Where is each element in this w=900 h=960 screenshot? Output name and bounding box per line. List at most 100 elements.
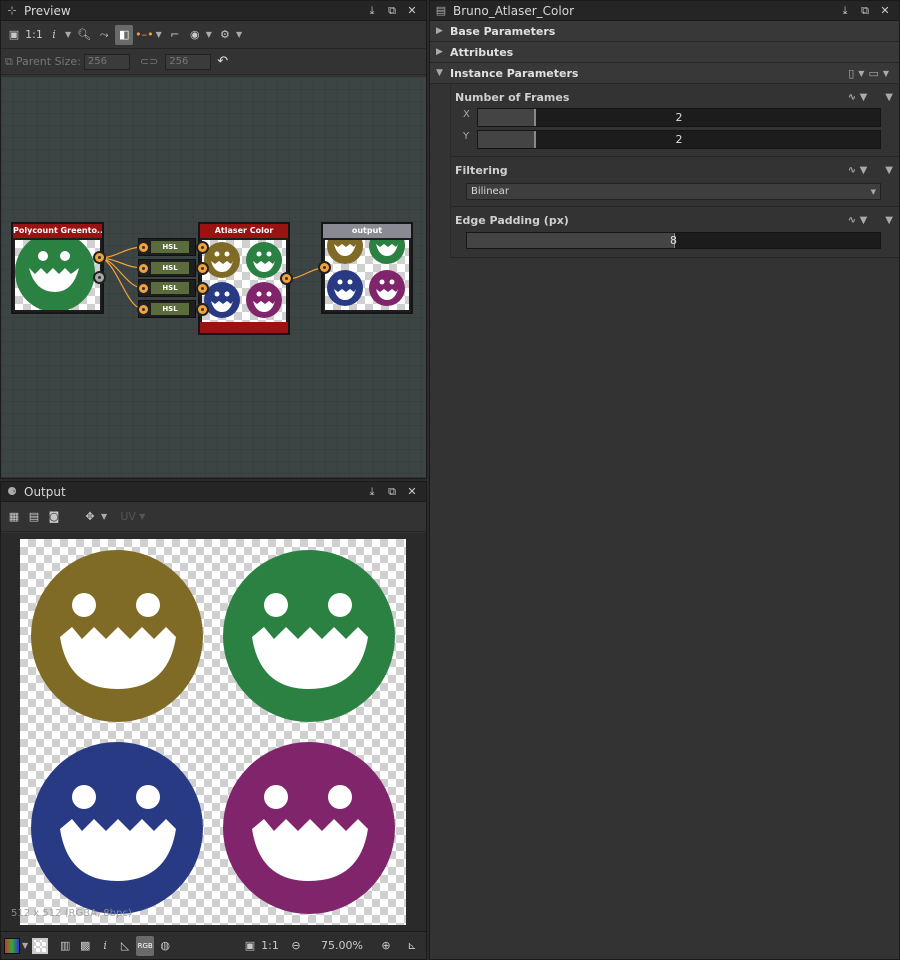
input-node[interactable]: Polycount Greento... bbox=[11, 222, 104, 314]
output-node-title: output bbox=[323, 224, 411, 238]
bake-icon[interactable]: ◉ bbox=[186, 25, 204, 45]
chevron-down-icon[interactable]: ▼ bbox=[885, 215, 893, 226]
frame-toggle-icon[interactable]: ◧ bbox=[115, 24, 134, 45]
color-wheel-icon[interactable]: ◍ bbox=[156, 936, 174, 956]
zoom-level[interactable]: 75.00% bbox=[307, 939, 377, 952]
frame-icon[interactable]: ▣ bbox=[241, 936, 259, 956]
atlaser-node[interactable]: Atlaser Color bbox=[198, 222, 290, 335]
settings-icon[interactable]: ⚙ bbox=[216, 25, 234, 45]
input-node-thumbnail bbox=[15, 240, 100, 310]
hsl-input-pin[interactable] bbox=[137, 262, 150, 275]
edge-padding-slider[interactable]: 8 bbox=[466, 231, 881, 249]
input-node-output-pin[interactable] bbox=[93, 251, 106, 264]
color-swatch-icon[interactable] bbox=[4, 937, 20, 954]
search-icon[interactable]: 🔍︎ bbox=[75, 25, 93, 45]
info-icon[interactable]: i bbox=[96, 936, 114, 956]
filtering-select[interactable]: Bilinear ▼ bbox=[466, 183, 881, 200]
function-graph-icon[interactable]: ∿ ▼ bbox=[848, 92, 868, 103]
chevron-down-icon: ▼ bbox=[870, 187, 876, 196]
hsl-input-pin[interactable] bbox=[137, 303, 150, 316]
chevron-down-icon[interactable]: ▼ bbox=[139, 512, 145, 521]
section-attributes[interactable]: ▶ Attributes bbox=[430, 42, 899, 63]
smiley-green bbox=[223, 550, 395, 722]
rgb-mode-icon[interactable]: RGB bbox=[136, 935, 155, 956]
chevron-down-icon[interactable]: ▼ bbox=[156, 30, 162, 39]
collapse-arrow-icon: ▼ bbox=[436, 68, 443, 78]
chevron-down-icon[interactable]: ▼ bbox=[65, 30, 71, 39]
output-node-thumbnail bbox=[325, 240, 409, 310]
input-node-secondary-pin[interactable] bbox=[93, 271, 106, 284]
chevron-down-icon[interactable]: ▼ bbox=[22, 941, 28, 950]
float-icon[interactable]: ⧉ bbox=[382, 485, 402, 499]
close-icon[interactable]: ✕ bbox=[402, 485, 422, 498]
atlaser-input-pin[interactable] bbox=[196, 262, 209, 275]
close-icon[interactable]: ✕ bbox=[402, 4, 422, 17]
alpha-icon[interactable]: ▩ bbox=[76, 936, 94, 956]
frames-y-slider[interactable]: 2 bbox=[477, 129, 881, 149]
output-bottombar: ▼ ▥ ▩ i ◺ RGB ◍ ▣ 1:1 ⊖ 75.00% ⊕ ⊾ bbox=[1, 931, 426, 959]
edge-padding-header: Edge Padding (px) ∿ ▼ ▼ bbox=[455, 213, 893, 227]
frame-all-icon[interactable]: ▣ bbox=[5, 25, 23, 45]
chevron-down-icon[interactable]: ▼ bbox=[101, 512, 107, 521]
link-icon[interactable]: ⊂⊃ bbox=[140, 55, 158, 68]
info-icon[interactable]: i bbox=[45, 25, 63, 45]
section-instance-parameters[interactable]: ▼ Instance Parameters ▯ ▼ ▭ ▼ bbox=[430, 63, 899, 84]
fit-button[interactable]: 1:1 bbox=[25, 25, 43, 45]
chevron-down-icon[interactable]: ▼ bbox=[236, 30, 242, 39]
params-title: Bruno_Atlaser_Color bbox=[453, 3, 575, 18]
lock-icon[interactable]: ⊾ bbox=[403, 936, 421, 956]
save-icon[interactable]: ▤ bbox=[25, 507, 43, 527]
chevron-down-icon[interactable]: ▼ bbox=[885, 92, 893, 103]
atlaser-input-pin[interactable] bbox=[196, 303, 209, 316]
channels-icon[interactable]: ▦ bbox=[5, 507, 23, 527]
checker-toggle-icon[interactable] bbox=[32, 937, 49, 954]
float-icon[interactable]: ⧉ bbox=[382, 4, 402, 18]
parent-width-field[interactable]: 256 bbox=[83, 53, 130, 70]
view-icon: ⚈ bbox=[7, 485, 17, 498]
function-graph-icon[interactable]: ∿ ▼ bbox=[848, 215, 868, 226]
hsl-input-pin[interactable] bbox=[137, 241, 150, 254]
zoom-out-icon[interactable]: ⊖ bbox=[287, 936, 305, 956]
page-icon[interactable]: ▯ bbox=[848, 67, 854, 80]
close-icon[interactable]: ✕ bbox=[875, 4, 895, 17]
layout-icon[interactable]: ⤳ bbox=[95, 25, 113, 45]
histogram-icon[interactable]: ◺ bbox=[116, 936, 134, 956]
output-viewport[interactable]: 512 x 512 (RGBA, 8bpc) bbox=[1, 533, 426, 933]
zoom-fit-button[interactable]: 1:1 bbox=[261, 936, 279, 956]
camera-icon[interactable]: ◙ bbox=[45, 507, 63, 527]
output-toolbar: ▦ ▤ ◙ ✥ ▼ UV ▼ bbox=[1, 502, 426, 532]
connector-icon[interactable]: •–• bbox=[135, 25, 153, 45]
link-style-icon[interactable]: ⌐ bbox=[166, 25, 184, 45]
atlaser-node-footer bbox=[200, 322, 288, 333]
pin-icon[interactable]: ⤓ bbox=[835, 4, 855, 18]
chevron-down-icon[interactable]: ▼ bbox=[858, 69, 864, 78]
section-base-parameters[interactable]: ▶ Base Parameters bbox=[430, 21, 899, 42]
chevron-down-icon[interactable]: ▼ bbox=[885, 165, 893, 176]
uv-button[interactable]: UV bbox=[119, 507, 137, 527]
input-node-title: Polycount Greento... bbox=[13, 224, 102, 238]
output-node[interactable]: output bbox=[321, 222, 413, 314]
frames-x-slider[interactable]: 2 bbox=[477, 107, 881, 127]
output-node-input-pin[interactable] bbox=[318, 261, 331, 274]
frames-header: Number of Frames ∿ ▼ ▼ bbox=[455, 90, 893, 104]
pin-icon[interactable]: ⤓ bbox=[362, 4, 382, 18]
float-icon[interactable]: ⧉ bbox=[855, 4, 875, 18]
graph-canvas[interactable]: Polycount Greento... HSL HSL HSL HSL Atl… bbox=[1, 77, 426, 477]
atlaser-output-pin[interactable] bbox=[280, 272, 293, 285]
reset-icon[interactable]: ↶ bbox=[217, 54, 228, 69]
preview-toolbar: ▣ 1:1 i ▼ 🔍︎ ⤳ ◧ •–• ▼ ⌐ ◉ ▼ ⚙ ▼ bbox=[1, 21, 426, 49]
edge-padding-row: 8 bbox=[451, 229, 899, 251]
function-graph-icon[interactable]: ∿ ▼ bbox=[848, 165, 868, 176]
chevron-down-icon[interactable]: ▼ bbox=[206, 30, 212, 39]
pin-icon[interactable]: ⤓ bbox=[362, 485, 382, 499]
rgb-channels-icon[interactable]: ▥ bbox=[56, 936, 74, 956]
atlaser-input-pin[interactable] bbox=[196, 241, 209, 254]
hsl-input-pin[interactable] bbox=[137, 282, 150, 295]
parent-height-field[interactable]: 256 bbox=[165, 53, 212, 70]
folder-icon[interactable]: ▭ bbox=[868, 67, 878, 80]
preview-title: Preview bbox=[24, 3, 71, 18]
chevron-down-icon[interactable]: ▼ bbox=[883, 69, 889, 78]
atlaser-input-pin[interactable] bbox=[196, 282, 209, 295]
tiling-icon[interactable]: ✥ bbox=[81, 507, 99, 527]
zoom-in-icon[interactable]: ⊕ bbox=[377, 936, 395, 956]
